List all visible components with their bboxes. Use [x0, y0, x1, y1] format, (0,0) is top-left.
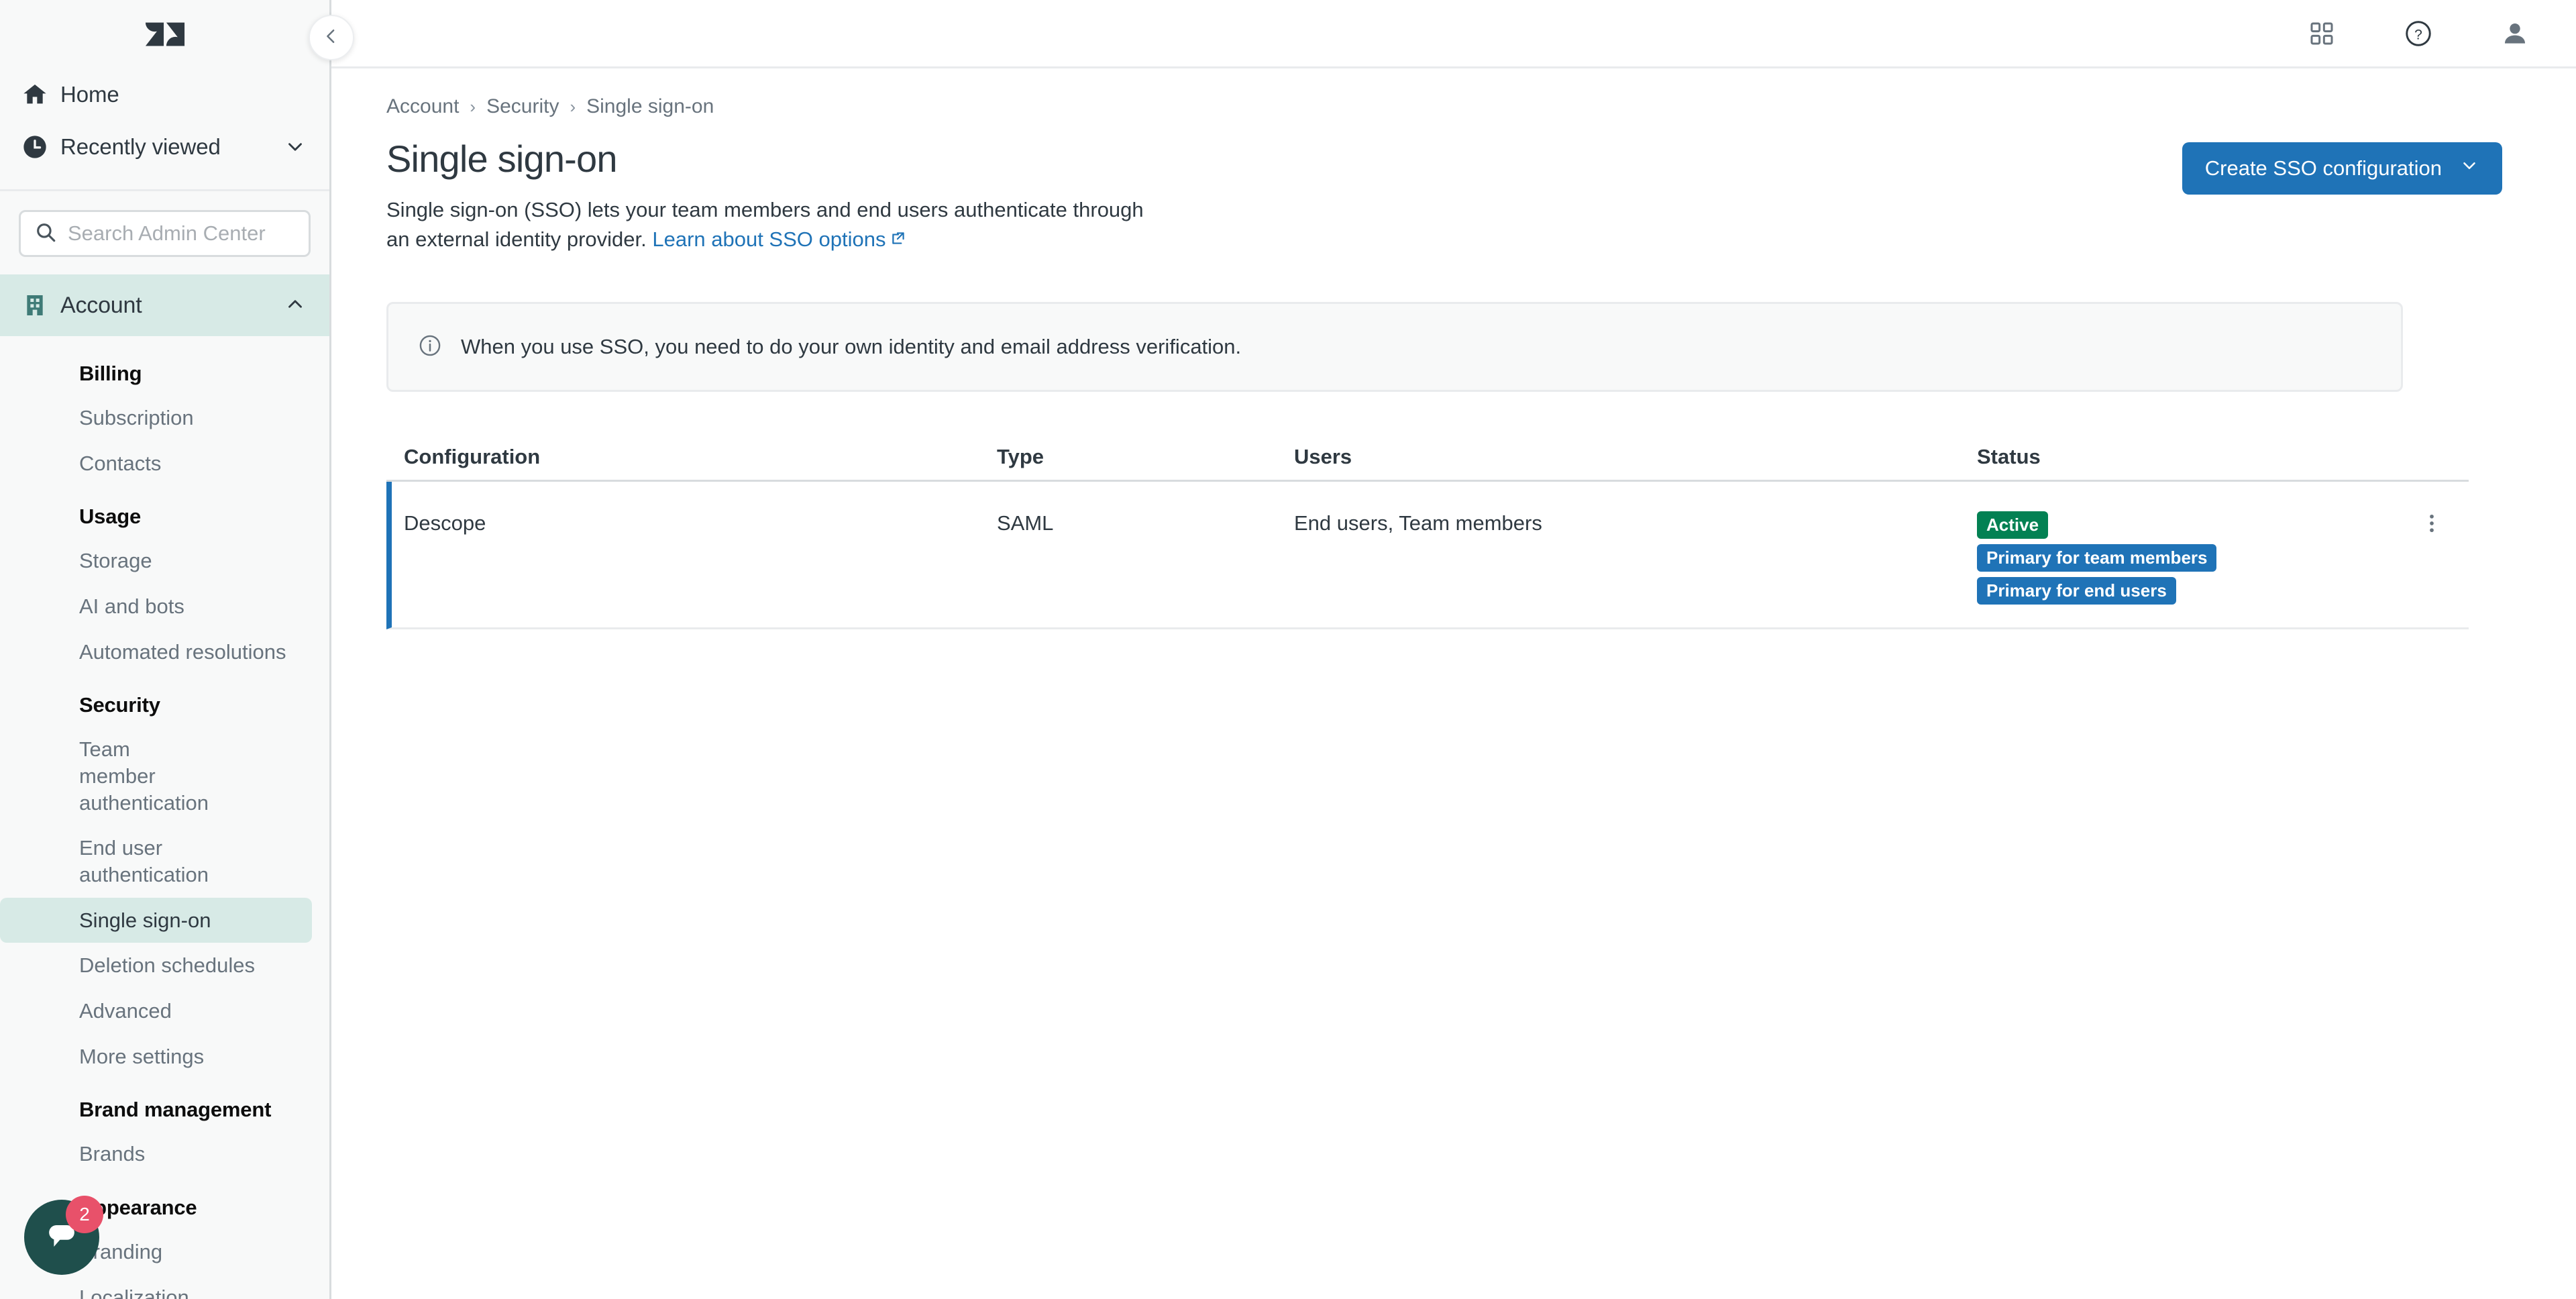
sidebar-item-advanced[interactable]: Advanced: [0, 988, 312, 1034]
table-header-row: Configuration Type Users Status: [386, 433, 2469, 482]
sidebar-item-deletion-schedules[interactable]: Deletion schedules: [0, 943, 312, 988]
sidebar-group-title-security: Security: [79, 693, 160, 717]
sidebar-item-account[interactable]: Account: [0, 274, 329, 336]
sidebar-item-automated-resolutions[interactable]: Automated resolutions: [0, 629, 312, 675]
sidebar-logo-area: [0, 0, 329, 68]
svg-text:?: ?: [2414, 27, 2422, 42]
breadcrumb-item-account[interactable]: Account: [386, 95, 459, 118]
breadcrumb-separator-icon: ›: [570, 96, 576, 117]
chevron-up-icon[interactable]: [284, 293, 307, 319]
sidebar-item-storage[interactable]: Storage: [0, 538, 312, 584]
row-actions-button[interactable]: [2395, 502, 2469, 539]
sidebar-item-recently-viewed[interactable]: Recently viewed: [0, 121, 329, 173]
breadcrumb-item-single-sign-on[interactable]: Single sign-on: [586, 95, 714, 118]
sidebar-group-title-brand-management: Brand management: [79, 1098, 272, 1122]
create-sso-configuration-label: Create SSO configuration: [2204, 156, 2442, 180]
search-icon: [34, 221, 57, 247]
cell-type: SAML: [997, 511, 1054, 535]
chevron-down-icon[interactable]: [280, 136, 307, 158]
learn-about-sso-options-link[interactable]: Learn about SSO options: [652, 227, 885, 251]
info-circle-icon: [418, 333, 442, 361]
search-box[interactable]: [19, 210, 311, 257]
sidebar-group-title-billing: Billing: [79, 362, 142, 385]
column-header-users: Users: [1294, 444, 1352, 468]
status-badge-active: Active: [1977, 511, 2049, 539]
page-description: Single sign-on (SSO) lets your team memb…: [386, 195, 1144, 255]
sidebar-item-subscription[interactable]: Subscription: [0, 395, 312, 441]
sidebar-item-home-label: Home: [60, 82, 119, 107]
apps-grid-icon[interactable]: [2302, 14, 2341, 53]
status-badge-primary-end-users: Primary for end users: [1977, 577, 2176, 605]
user-avatar-icon[interactable]: [2496, 14, 2534, 53]
sidebar-account-subnav: Billing Subscription Contacts Usage Stor…: [0, 336, 329, 1299]
external-link-icon: [890, 225, 907, 255]
topbar: ?: [331, 0, 2576, 68]
home-icon: [21, 81, 60, 108]
main-content: ? Account › Security › Single sign-on Si…: [309, 0, 2576, 1299]
info-banner: When you use SSO, you need to do your ow…: [386, 302, 2403, 393]
sidebar-search-wrapper: [0, 191, 329, 274]
sidebar-item-team-member-authentication[interactable]: Team member authentication: [0, 727, 209, 825]
chevron-left-icon: [321, 26, 341, 50]
sidebar-item-end-user-authentication[interactable]: End user authentication: [0, 825, 312, 897]
sidebar-item-ai-and-bots[interactable]: AI and bots: [0, 584, 312, 629]
page-title: Single sign-on: [386, 138, 618, 180]
help-circle-icon[interactable]: ?: [2399, 14, 2438, 53]
sidebar-item-more-settings[interactable]: More settings: [0, 1034, 312, 1080]
sidebar-item-single-sign-on[interactable]: Single sign-on: [0, 897, 312, 943]
page-content: Account › Security › Single sign-on Sing…: [331, 68, 2576, 630]
sidebar-primary-nav: Home Recently viewed: [0, 68, 329, 189]
column-header-configuration: Configuration: [404, 444, 541, 468]
status-badge-primary-team-members: Primary for team members: [1977, 544, 2217, 572]
sidebar-item-brands[interactable]: Brands: [0, 1131, 312, 1177]
sidebar: Home Recently viewed Search Admin Center…: [0, 0, 331, 1299]
kebab-menu-icon: [2420, 511, 2444, 539]
clock-icon: [21, 134, 60, 160]
sso-configurations-table: Configuration Type Users Status Descope …: [386, 433, 2469, 630]
chat-unread-badge: 2: [66, 1196, 103, 1233]
status-badge-group: Active Primary for team members Primary …: [1977, 511, 2395, 605]
info-banner-text: When you use SSO, you need to do your ow…: [461, 335, 1242, 359]
search-input[interactable]: [68, 221, 295, 246]
sidebar-item-recently-viewed-label: Recently viewed: [60, 134, 221, 159]
sidebar-item-contacts[interactable]: Contacts: [0, 441, 312, 486]
chevron-down-icon: [2459, 156, 2479, 181]
cell-status: Active Primary for team members Primary …: [1977, 502, 2395, 605]
breadcrumb: Account › Security › Single sign-on: [386, 95, 2576, 118]
sidebar-group-title-usage: Usage: [79, 505, 142, 529]
column-header-status: Status: [1977, 444, 2041, 468]
zendesk-logo[interactable]: [144, 13, 186, 55]
admin-center-page: Home Recently viewed Search Admin Center…: [0, 0, 2576, 1299]
sidebar-item-home[interactable]: Home: [0, 68, 329, 121]
page-header: Single sign-on Single sign-on (SSO) lets…: [386, 118, 2576, 255]
chat-launcher-button[interactable]: 2: [24, 1196, 103, 1275]
breadcrumb-separator-icon: ›: [470, 96, 476, 117]
table-row[interactable]: Descope SAML End users, Team members Act…: [386, 482, 2469, 630]
building-icon: [21, 292, 60, 319]
sidebar-item-localization[interactable]: Localization: [0, 1275, 312, 1299]
cell-users: End users, Team members: [1294, 511, 1542, 535]
cell-configuration: Descope: [404, 511, 486, 535]
column-header-type: Type: [997, 444, 1044, 468]
page-header-text: Single sign-on Single sign-on (SSO) lets…: [386, 118, 1144, 255]
create-sso-configuration-button[interactable]: Create SSO configuration: [2182, 142, 2502, 195]
collapse-sidebar-button[interactable]: [309, 15, 354, 60]
sidebar-item-account-label: Account: [60, 292, 142, 318]
breadcrumb-item-security[interactable]: Security: [486, 95, 559, 118]
